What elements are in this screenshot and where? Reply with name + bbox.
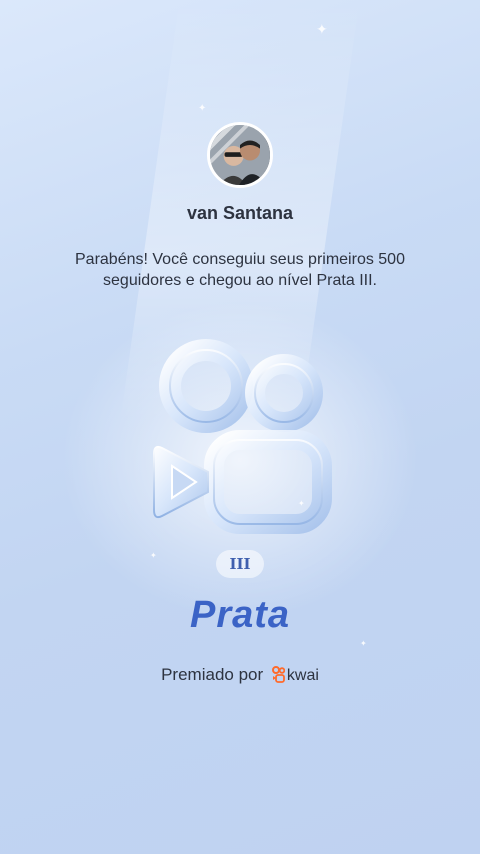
brand-name: kwai [286, 667, 319, 684]
sparkle-icon: ✦ [360, 639, 367, 648]
sparkle-icon: ✦ [198, 103, 207, 114]
kwai-logo-icon [271, 666, 285, 683]
awarded-by-line: Premiado por kwai [0, 665, 480, 685]
profile-photo-icon [210, 125, 270, 185]
congratulations-message: Parabéns! Você conseguiu seus primeiros … [75, 251, 405, 289]
tier-badge: III [216, 550, 264, 578]
level-name: Prata [189, 594, 291, 636]
kwai-camera-badge-icon [153, 339, 332, 534]
sparkle-icon: ✦ [316, 21, 328, 37]
sparkle-icon: ✦ [150, 551, 157, 560]
avatar[interactable] [207, 122, 273, 188]
awarded-by-label: Premiado por [161, 665, 264, 684]
username: van Santana [186, 203, 294, 223]
